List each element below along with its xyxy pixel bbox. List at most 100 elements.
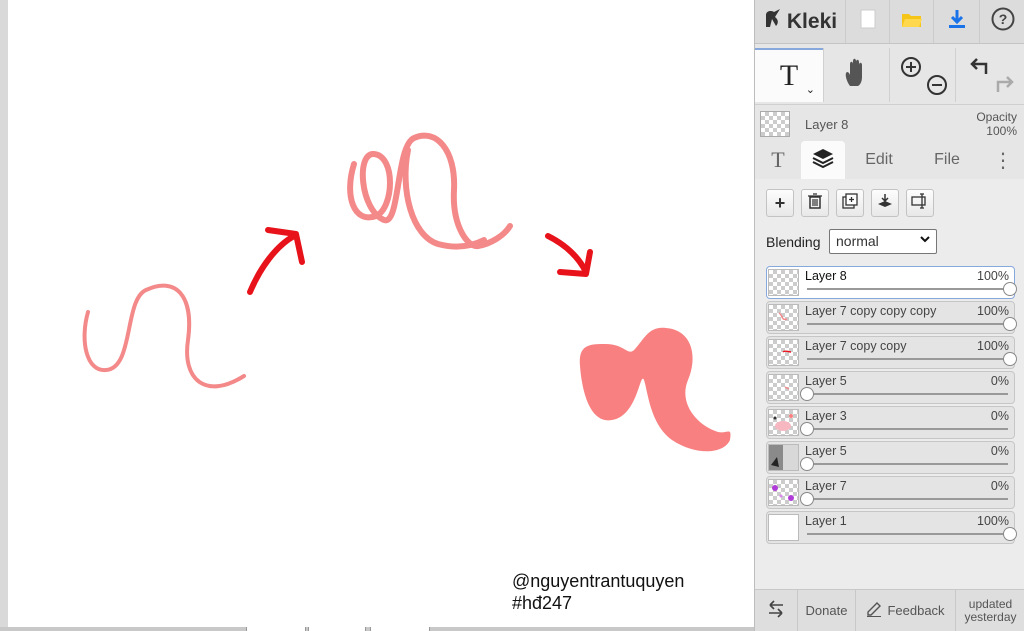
- drawing-canvas[interactable]: @nguyentrantuquyen #hđ247: [8, 0, 754, 627]
- layer-thumbnail: [768, 409, 799, 436]
- layer-row[interactable]: Layer 1 100%: [766, 511, 1017, 544]
- tab-layers[interactable]: [801, 141, 845, 179]
- side-panel: Kleki ? T ⌄ Layer 8 Opacity 100% T Edit …: [754, 0, 1024, 631]
- kleki-logo-icon: [763, 9, 783, 34]
- opacity-slider-knob[interactable]: [800, 457, 814, 471]
- layer-opacity: 0%: [990, 409, 1009, 423]
- update-info[interactable]: updated yesterday: [955, 590, 1024, 631]
- layer-thumbnail: [768, 444, 799, 471]
- filled-shape: [579, 327, 731, 452]
- opacity-slider-knob[interactable]: [1003, 282, 1017, 296]
- opacity-slider-track[interactable]: [807, 463, 1008, 465]
- layer-row[interactable]: Layer 3 0%: [766, 406, 1015, 439]
- opacity-slider-track[interactable]: [807, 288, 1008, 290]
- opacity-slider-knob[interactable]: [800, 387, 814, 401]
- add-layer-icon: +: [774, 192, 786, 213]
- layer-row[interactable]: Layer 7 0%: [766, 476, 1015, 509]
- save-download-icon: [948, 9, 966, 34]
- text-tool-button[interactable]: T ⌄: [755, 48, 823, 102]
- updated-line1: updated: [968, 596, 1013, 611]
- watermark-handle: @nguyentrantuquyen: [512, 571, 685, 591]
- svg-text:?: ?: [998, 11, 1007, 27]
- new-image-icon: [860, 9, 876, 34]
- active-layer-name: Layer 8: [805, 117, 849, 132]
- layer-thumbnail: [768, 479, 799, 506]
- help-button[interactable]: ?: [979, 0, 1024, 43]
- active-layer-thumbnail: [760, 111, 790, 137]
- open-folder-icon: [901, 10, 923, 33]
- tools-row: T ⌄: [755, 48, 1024, 102]
- tab-file[interactable]: File: [913, 141, 981, 179]
- blending-select[interactable]: normal: [829, 229, 937, 254]
- save-button[interactable]: [933, 0, 979, 43]
- tab-text-tool[interactable]: T: [755, 141, 801, 179]
- more-menu-button[interactable]: ⋮: [981, 141, 1024, 179]
- feedback-button[interactable]: Feedback: [855, 590, 955, 631]
- opacity-slider-track[interactable]: [807, 393, 1008, 395]
- app-title: Kleki: [786, 9, 838, 33]
- opacity-value: 100%: [986, 124, 1017, 138]
- rename-layer-button[interactable]: [906, 189, 934, 217]
- opacity-slider-knob[interactable]: [800, 492, 814, 506]
- redo-icon[interactable]: [994, 74, 1016, 99]
- layer-thumbnail: [768, 339, 799, 366]
- layer-name: Layer 8: [805, 269, 847, 283]
- layer-opacity: 0%: [990, 479, 1009, 493]
- undo-icon[interactable]: [968, 56, 990, 81]
- opacity-slider-track[interactable]: [807, 498, 1008, 500]
- layer-thumbnail: [768, 514, 799, 541]
- swap-arrows-icon: [766, 600, 786, 621]
- layer-row[interactable]: Layer 7 copy copy 100%: [766, 336, 1017, 369]
- layer-row[interactable]: Layer 5 0%: [766, 371, 1015, 404]
- zoom-in-icon[interactable]: [900, 56, 922, 83]
- zoom-out-icon[interactable]: [926, 74, 948, 101]
- undo-redo-tools: [955, 48, 1024, 102]
- watermark-hashtag: #hđ247: [512, 593, 573, 613]
- tab-edit[interactable]: Edit: [845, 141, 913, 179]
- layer-opacity: 100%: [977, 514, 1009, 528]
- layers-panel: + Blending normal Layer 8 100% Layer 7 c…: [755, 179, 1024, 589]
- watermark: @nguyentrantuquyen #hđ247: [512, 570, 684, 614]
- layer-row[interactable]: Layer 5 0%: [766, 441, 1015, 474]
- layer-opacity: 100%: [977, 304, 1009, 318]
- help-icon: ?: [991, 7, 1015, 36]
- duplicate-layer-icon: [842, 192, 858, 214]
- active-layer-info: Layer 8 Opacity 100%: [755, 104, 1024, 140]
- opacity-slider-track[interactable]: [807, 323, 1008, 325]
- hand-tool-button[interactable]: [823, 48, 889, 102]
- layer-name: Layer 3: [805, 409, 847, 423]
- layer-opacity: 100%: [977, 269, 1009, 283]
- opacity-slider-knob[interactable]: [1003, 527, 1017, 541]
- red-arrow-2: [545, 233, 589, 275]
- layer-row[interactable]: Layer 7 copy copy copy 100%: [766, 301, 1017, 334]
- layer-thumbnail: [768, 374, 799, 401]
- kleki-logo[interactable]: Kleki: [755, 0, 845, 43]
- rename-layer-icon: [911, 192, 929, 214]
- opacity-slider-knob[interactable]: [800, 422, 814, 436]
- delete-layer-button[interactable]: [801, 189, 829, 217]
- duplicate-layer-button[interactable]: [836, 189, 864, 217]
- opacity-slider-track[interactable]: [807, 428, 1008, 430]
- new-image-button[interactable]: [845, 0, 889, 43]
- feedback-icon: [866, 601, 882, 620]
- active-layer-opacity: Opacity 100%: [976, 110, 1017, 138]
- hand-tool-icon: [842, 58, 872, 93]
- opacity-slider-track[interactable]: [807, 533, 1008, 535]
- footer-bar: Donate Feedback updated yesterday: [755, 589, 1024, 631]
- layer-row[interactable]: Layer 8 100%: [766, 266, 1017, 299]
- canvas-area: @nguyentrantuquyen #hđ247: [0, 0, 754, 631]
- donate-button[interactable]: Donate: [797, 590, 855, 631]
- chevron-down-icon[interactable]: ⌄: [806, 83, 815, 96]
- layer-opacity: 0%: [990, 444, 1009, 458]
- chevron-down-icon: [919, 232, 931, 249]
- swap-side-button[interactable]: [755, 590, 797, 631]
- open-image-button[interactable]: [889, 0, 933, 43]
- add-layer-button[interactable]: +: [766, 189, 794, 217]
- merge-down-button[interactable]: [871, 189, 899, 217]
- panel-tabs: T Edit File ⋮: [755, 141, 1024, 179]
- opacity-slider-knob[interactable]: [1003, 317, 1017, 331]
- layer-name: Layer 5: [805, 374, 847, 388]
- opacity-slider-knob[interactable]: [1003, 352, 1017, 366]
- layer-name: Layer 7: [805, 479, 847, 493]
- opacity-slider-track[interactable]: [807, 358, 1008, 360]
